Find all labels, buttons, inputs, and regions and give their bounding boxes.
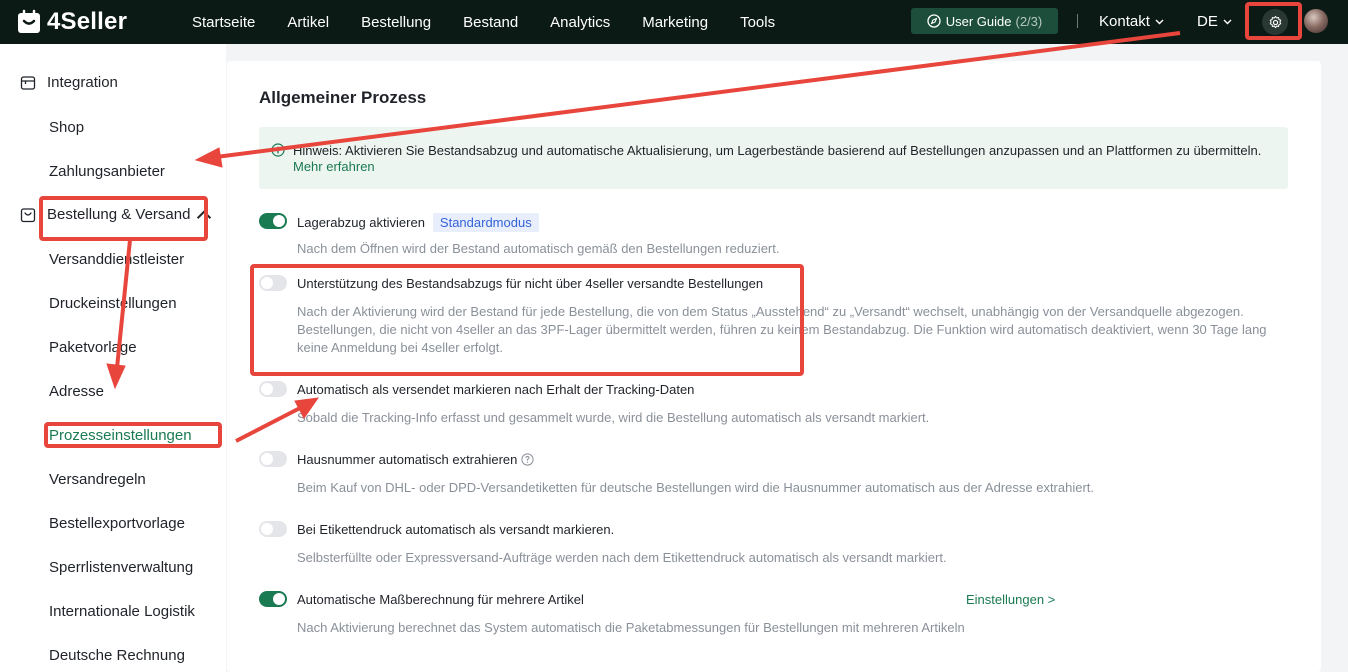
setting-title-massberechnung: Automatische Maßberechnung für mehrere A… <box>297 592 584 607</box>
page-title: Allgemeiner Prozess <box>259 88 427 107</box>
header-divider <box>1077 14 1078 28</box>
nav-marketing[interactable]: Marketing <box>642 14 708 31</box>
gear-icon <box>1269 15 1281 28</box>
sidebar-item-versanddienstleister[interactable]: Versanddienstleister <box>49 251 184 268</box>
setting-title-etikettendruck-versandt: Bei Etikettendruck automatisch als versa… <box>297 522 614 537</box>
setting-title-text: Unterstützung des Bestandsabzugs für nic… <box>297 276 764 291</box>
chevron-up-icon <box>197 209 212 219</box>
setting-title-hausnummer: Hausnummer automatisch extrahieren <box>297 452 534 467</box>
settings-sidebar: Integration Shop Zahlungsanbieter Bestel… <box>0 44 226 672</box>
sidebar-item-bestellexportvorlage[interactable]: Bestellexportvorlage <box>49 515 185 532</box>
toggle-massberechnung[interactable] <box>259 591 287 607</box>
chevron-down-icon <box>1223 19 1232 24</box>
setting-title-lagerabzug: Lagerabzug aktivieren Standardmodus <box>297 213 539 232</box>
nav-tools[interactable]: Tools <box>740 14 775 31</box>
toggle-knob <box>273 593 285 605</box>
sidebar-item-paketvorlage[interactable]: Paketvorlage <box>49 339 137 356</box>
user-guide-progress: (2/3) <box>1015 13 1043 29</box>
top-navigation-bar: 4Seller Startseite Artikel Bestellung Be… <box>0 0 1348 44</box>
setting-desc-massberechnung: Nach Aktivierung berechnet das System au… <box>297 620 965 635</box>
setting-title-text: Automatische Maßberechnung für mehrere A… <box>297 592 584 607</box>
sidebar-item-prozesseinstellungen[interactable]: Prozesseinstellungen <box>49 427 192 444</box>
chevron-down-icon <box>1155 19 1164 24</box>
info-circle-icon <box>271 143 285 157</box>
sidebar-item-zahlungsanbieter[interactable]: Zahlungsanbieter <box>49 163 165 180</box>
learn-more-link[interactable]: Mehr erfahren <box>293 159 375 174</box>
compass-icon <box>927 14 941 28</box>
setting-title-text: Hausnummer automatisch extrahieren <box>297 452 518 467</box>
toggle-knob <box>273 215 285 227</box>
shopping-bag-logo-icon <box>18 9 40 33</box>
language-label: DE <box>1197 13 1218 30</box>
setting-desc-etikettendruck-versandt: Selbsterfüllte oder Expressversand-Auftr… <box>297 550 947 565</box>
sidebar-item-deutsche-rechnung[interactable]: Deutsche Rechnung <box>49 647 185 664</box>
setting-desc-lagerabzug: Nach dem Öffnen wird der Bestand automat… <box>297 241 780 256</box>
setting-desc-auto-versendet-tracking: Sobald die Tracking-Info erfasst und ges… <box>297 410 930 425</box>
nav-artikel[interactable]: Artikel <box>287 14 329 31</box>
info-notice: Hinweis: Aktivieren Sie Bestandsabzug un… <box>259 127 1288 189</box>
contact-menu[interactable]: Kontakt <box>1099 13 1164 30</box>
main-nav: Startseite Artikel Bestellung Bestand An… <box>192 0 807 44</box>
sidebar-item-shop[interactable]: Shop <box>49 119 84 136</box>
store-icon <box>20 75 36 90</box>
sidebar-item-sperrlistenverwaltung[interactable]: Sperrlistenverwaltung <box>49 559 193 576</box>
sidebar-item-adresse[interactable]: Adresse <box>49 383 104 400</box>
sidebar-item-internationale-logistik[interactable]: Internationale Logistik <box>49 603 195 620</box>
nav-startseite[interactable]: Startseite <box>192 14 255 31</box>
massberechnung-settings-link[interactable]: Einstellungen > <box>966 592 1055 607</box>
setting-desc-hausnummer: Beim Kauf von DHL- oder DPD-Versandetike… <box>297 480 1095 495</box>
toggle-knob <box>261 383 273 395</box>
brand-logo[interactable]: 4Seller <box>16 8 127 36</box>
toggle-hausnummer[interactable] <box>259 451 287 467</box>
order-bag-icon <box>20 207 36 222</box>
nav-analytics[interactable]: Analytics <box>550 14 610 31</box>
setting-title-text: Lagerabzug aktivieren <box>297 215 425 230</box>
user-guide-label: User Guide <box>945 13 1012 29</box>
nav-bestand[interactable]: Bestand <box>463 14 518 31</box>
toggle-etikettendruck-versandt[interactable] <box>259 521 287 537</box>
toggle-auto-versendet-tracking[interactable] <box>259 381 287 397</box>
sidebar-group-integration[interactable]: Integration <box>20 74 118 91</box>
setting-title-auto-versendet-tracking: Automatisch als versendet markieren nach… <box>297 382 694 397</box>
sidebar-group-bestellung-versand[interactable]: Bestellung & Versand <box>20 206 223 223</box>
nav-bestellung[interactable]: Bestellung <box>361 14 431 31</box>
language-selector[interactable]: DE <box>1197 13 1232 30</box>
toggle-knob <box>261 453 273 465</box>
toggle-bestandsabzug-fremdversand[interactable] <box>259 275 287 291</box>
toggle-knob <box>261 277 273 289</box>
setting-title-text: Automatisch als versendet markieren nach… <box>297 382 695 397</box>
sidebar-group-label: Bestellung & Versand <box>47 206 191 223</box>
sidebar-item-druckeinstellungen[interactable]: Druckeinstellungen <box>49 295 177 312</box>
toggle-knob <box>261 523 273 535</box>
settings-button[interactable] <box>1262 9 1288 35</box>
sidebar-group-label: Integration <box>47 74 118 91</box>
setting-title-bestandsabzug-fremdversand: Unterstützung des Bestandsabzugs für nic… <box>297 276 763 291</box>
brand-name: 4Seller <box>47 8 128 35</box>
user-avatar[interactable] <box>1304 9 1328 33</box>
notice-text: Hinweis: Aktivieren Sie Bestandsabzug un… <box>293 143 1262 158</box>
sidebar-item-versandregeln[interactable]: Versandregeln <box>49 471 146 488</box>
contact-label: Kontakt <box>1099 13 1150 30</box>
user-guide-button[interactable]: User Guide (2/3) <box>911 8 1058 34</box>
question-circle-icon[interactable] <box>521 453 534 466</box>
toggle-lagerabzug[interactable] <box>259 213 287 229</box>
process-settings-panel: Allgemeiner Prozess Hinweis: Aktivieren … <box>227 61 1321 672</box>
mode-tag: Standardmodus <box>432 213 539 232</box>
setting-desc-bestandsabzug-fremdversand: Nach der Aktivierung wird der Bestand fü… <box>297 304 1267 355</box>
setting-title-text: Bei Etikettendruck automatisch als versa… <box>297 522 615 537</box>
